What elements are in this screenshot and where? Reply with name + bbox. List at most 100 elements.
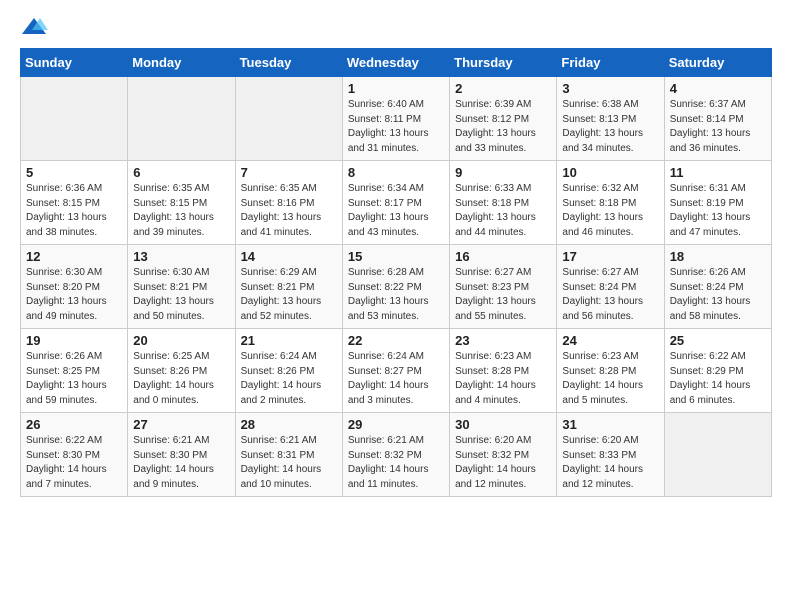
calendar-cell: 16 Sunrise: 6:27 AM Sunset: 8:23 PM Dayli… — [450, 245, 557, 329]
weekday-header-saturday: Saturday — [664, 49, 771, 77]
day-number: 7 — [241, 165, 337, 180]
day-info: Sunrise: 6:26 AM Sunset: 8:24 PM Dayligh… — [670, 266, 766, 324]
day-number: 27 — [133, 417, 229, 432]
calendar-cell: 26 Sunrise: 6:22 AM Sunset: 8:30 PM Dayli… — [21, 413, 128, 497]
day-number: 8 — [348, 165, 444, 180]
day-number: 17 — [562, 249, 658, 264]
calendar-cell: 2 Sunrise: 6:39 AM Sunset: 8:12 PM Daylig… — [450, 77, 557, 161]
day-number: 21 — [241, 333, 337, 348]
day-info: Sunrise: 6:21 AM Sunset: 8:31 PM Dayligh… — [241, 434, 337, 492]
day-info: Sunrise: 6:33 AM Sunset: 8:18 PM Dayligh… — [455, 182, 551, 240]
day-number: 18 — [670, 249, 766, 264]
day-info: Sunrise: 6:29 AM Sunset: 8:21 PM Dayligh… — [241, 266, 337, 324]
week-row-3: 12 Sunrise: 6:30 AM Sunset: 8:20 PM Dayli… — [21, 245, 772, 329]
calendar-cell: 25 Sunrise: 6:22 AM Sunset: 8:29 PM Dayli… — [664, 329, 771, 413]
day-info: Sunrise: 6:24 AM Sunset: 8:26 PM Dayligh… — [241, 350, 337, 408]
day-info: Sunrise: 6:40 AM Sunset: 8:11 PM Dayligh… — [348, 98, 444, 156]
day-number: 20 — [133, 333, 229, 348]
day-number: 28 — [241, 417, 337, 432]
week-row-1: 1 Sunrise: 6:40 AM Sunset: 8:11 PM Daylig… — [21, 77, 772, 161]
weekday-header-wednesday: Wednesday — [342, 49, 449, 77]
day-info: Sunrise: 6:37 AM Sunset: 8:14 PM Dayligh… — [670, 98, 766, 156]
calendar-cell: 9 Sunrise: 6:33 AM Sunset: 8:18 PM Daylig… — [450, 161, 557, 245]
calendar-cell: 28 Sunrise: 6:21 AM Sunset: 8:31 PM Dayli… — [235, 413, 342, 497]
day-info: Sunrise: 6:27 AM Sunset: 8:23 PM Dayligh… — [455, 266, 551, 324]
calendar-cell — [21, 77, 128, 161]
calendar-cell: 21 Sunrise: 6:24 AM Sunset: 8:26 PM Dayli… — [235, 329, 342, 413]
day-number: 13 — [133, 249, 229, 264]
day-info: Sunrise: 6:34 AM Sunset: 8:17 PM Dayligh… — [348, 182, 444, 240]
logo — [20, 16, 52, 38]
calendar-cell: 4 Sunrise: 6:37 AM Sunset: 8:14 PM Daylig… — [664, 77, 771, 161]
day-info: Sunrise: 6:21 AM Sunset: 8:32 PM Dayligh… — [348, 434, 444, 492]
day-number: 24 — [562, 333, 658, 348]
calendar-cell: 20 Sunrise: 6:25 AM Sunset: 8:26 PM Dayli… — [128, 329, 235, 413]
day-number: 26 — [26, 417, 122, 432]
calendar-cell: 23Sunrise: 6:23 AM Sunset: 8:28 PM Dayli… — [450, 329, 557, 413]
calendar-cell: 18 Sunrise: 6:26 AM Sunset: 8:24 PM Dayli… — [664, 245, 771, 329]
day-info: Sunrise: 6:23 AM Sunset: 8:28 PM Dayligh… — [455, 350, 551, 408]
day-number: 30 — [455, 417, 551, 432]
day-number: 16 — [455, 249, 551, 264]
header — [20, 16, 772, 38]
calendar-cell: 27 Sunrise: 6:21 AM Sunset: 8:30 PM Dayli… — [128, 413, 235, 497]
weekday-header-row: SundayMondayTuesdayWednesdayThursdayFrid… — [21, 49, 772, 77]
day-info: Sunrise: 6:39 AM Sunset: 8:12 PM Dayligh… — [455, 98, 551, 156]
weekday-header-friday: Friday — [557, 49, 664, 77]
day-info: Sunrise: 6:22 AM Sunset: 8:30 PM Dayligh… — [26, 434, 122, 492]
day-number: 6 — [133, 165, 229, 180]
day-info: Sunrise: 6:20 AM Sunset: 8:32 PM Dayligh… — [455, 434, 551, 492]
calendar-cell — [235, 77, 342, 161]
day-info: Sunrise: 6:21 AM Sunset: 8:30 PM Dayligh… — [133, 434, 229, 492]
calendar-cell: 10 Sunrise: 6:32 AM Sunset: 8:18 PM Dayli… — [557, 161, 664, 245]
calendar-cell — [664, 413, 771, 497]
calendar-cell: 6 Sunrise: 6:35 AM Sunset: 8:15 PM Daylig… — [128, 161, 235, 245]
calendar-cell: 17 Sunrise: 6:27 AM Sunset: 8:24 PM Dayli… — [557, 245, 664, 329]
day-number: 1 — [348, 81, 444, 96]
logo-icon — [20, 16, 48, 38]
day-info: Sunrise: 6:35 AM Sunset: 8:16 PM Dayligh… — [241, 182, 337, 240]
calendar-cell: 8 Sunrise: 6:34 AM Sunset: 8:17 PM Daylig… — [342, 161, 449, 245]
day-number: 4 — [670, 81, 766, 96]
day-info: Sunrise: 6:27 AM Sunset: 8:24 PM Dayligh… — [562, 266, 658, 324]
day-number: 29 — [348, 417, 444, 432]
weekday-header-thursday: Thursday — [450, 49, 557, 77]
day-number: 12 — [26, 249, 122, 264]
calendar-cell: 12 Sunrise: 6:30 AM Sunset: 8:20 PM Dayli… — [21, 245, 128, 329]
calendar-cell: 30 Sunrise: 6:20 AM Sunset: 8:32 PM Dayli… — [450, 413, 557, 497]
day-info: Sunrise: 6:32 AM Sunset: 8:18 PM Dayligh… — [562, 182, 658, 240]
weekday-header-sunday: Sunday — [21, 49, 128, 77]
day-number: 2 — [455, 81, 551, 96]
day-info: Sunrise: 6:35 AM Sunset: 8:15 PM Dayligh… — [133, 182, 229, 240]
day-info: Sunrise: 6:24 AM Sunset: 8:27 PM Dayligh… — [348, 350, 444, 408]
day-info: Sunrise: 6:22 AM Sunset: 8:29 PM Dayligh… — [670, 350, 766, 408]
day-info: Sunrise: 6:36 AM Sunset: 8:15 PM Dayligh… — [26, 182, 122, 240]
day-info: Sunrise: 6:38 AM Sunset: 8:13 PM Dayligh… — [562, 98, 658, 156]
day-info: Sunrise: 6:31 AM Sunset: 8:19 PM Dayligh… — [670, 182, 766, 240]
calendar-cell: 5 Sunrise: 6:36 AM Sunset: 8:15 PM Daylig… — [21, 161, 128, 245]
calendar-table: SundayMondayTuesdayWednesdayThursdayFrid… — [20, 48, 772, 497]
calendar-cell: 13Sunrise: 6:30 AM Sunset: 8:21 PM Dayli… — [128, 245, 235, 329]
calendar-cell: 31 Sunrise: 6:20 AM Sunset: 8:33 PM Dayli… — [557, 413, 664, 497]
calendar-cell: 19Sunrise: 6:26 AM Sunset: 8:25 PM Dayli… — [21, 329, 128, 413]
day-number: 5 — [26, 165, 122, 180]
day-info: Sunrise: 6:30 AM Sunset: 8:20 PM Dayligh… — [26, 266, 122, 324]
calendar-cell: 3 Sunrise: 6:38 AM Sunset: 8:13 PM Daylig… — [557, 77, 664, 161]
week-row-5: 26 Sunrise: 6:22 AM Sunset: 8:30 PM Dayli… — [21, 413, 772, 497]
week-row-4: 19Sunrise: 6:26 AM Sunset: 8:25 PM Dayli… — [21, 329, 772, 413]
day-number: 22 — [348, 333, 444, 348]
day-number: 9 — [455, 165, 551, 180]
day-number: 19 — [26, 333, 122, 348]
day-number: 14 — [241, 249, 337, 264]
day-number: 10 — [562, 165, 658, 180]
calendar-cell: 22 Sunrise: 6:24 AM Sunset: 8:27 PM Dayli… — [342, 329, 449, 413]
day-number: 31 — [562, 417, 658, 432]
day-number: 25 — [670, 333, 766, 348]
day-info: Sunrise: 6:25 AM Sunset: 8:26 PM Dayligh… — [133, 350, 229, 408]
day-info: Sunrise: 6:20 AM Sunset: 8:33 PM Dayligh… — [562, 434, 658, 492]
weekday-header-monday: Monday — [128, 49, 235, 77]
calendar-cell: 14 Sunrise: 6:29 AM Sunset: 8:21 PM Dayli… — [235, 245, 342, 329]
calendar-cell: 7 Sunrise: 6:35 AM Sunset: 8:16 PM Daylig… — [235, 161, 342, 245]
day-info: Sunrise: 6:28 AM Sunset: 8:22 PM Dayligh… — [348, 266, 444, 324]
day-number: 3 — [562, 81, 658, 96]
